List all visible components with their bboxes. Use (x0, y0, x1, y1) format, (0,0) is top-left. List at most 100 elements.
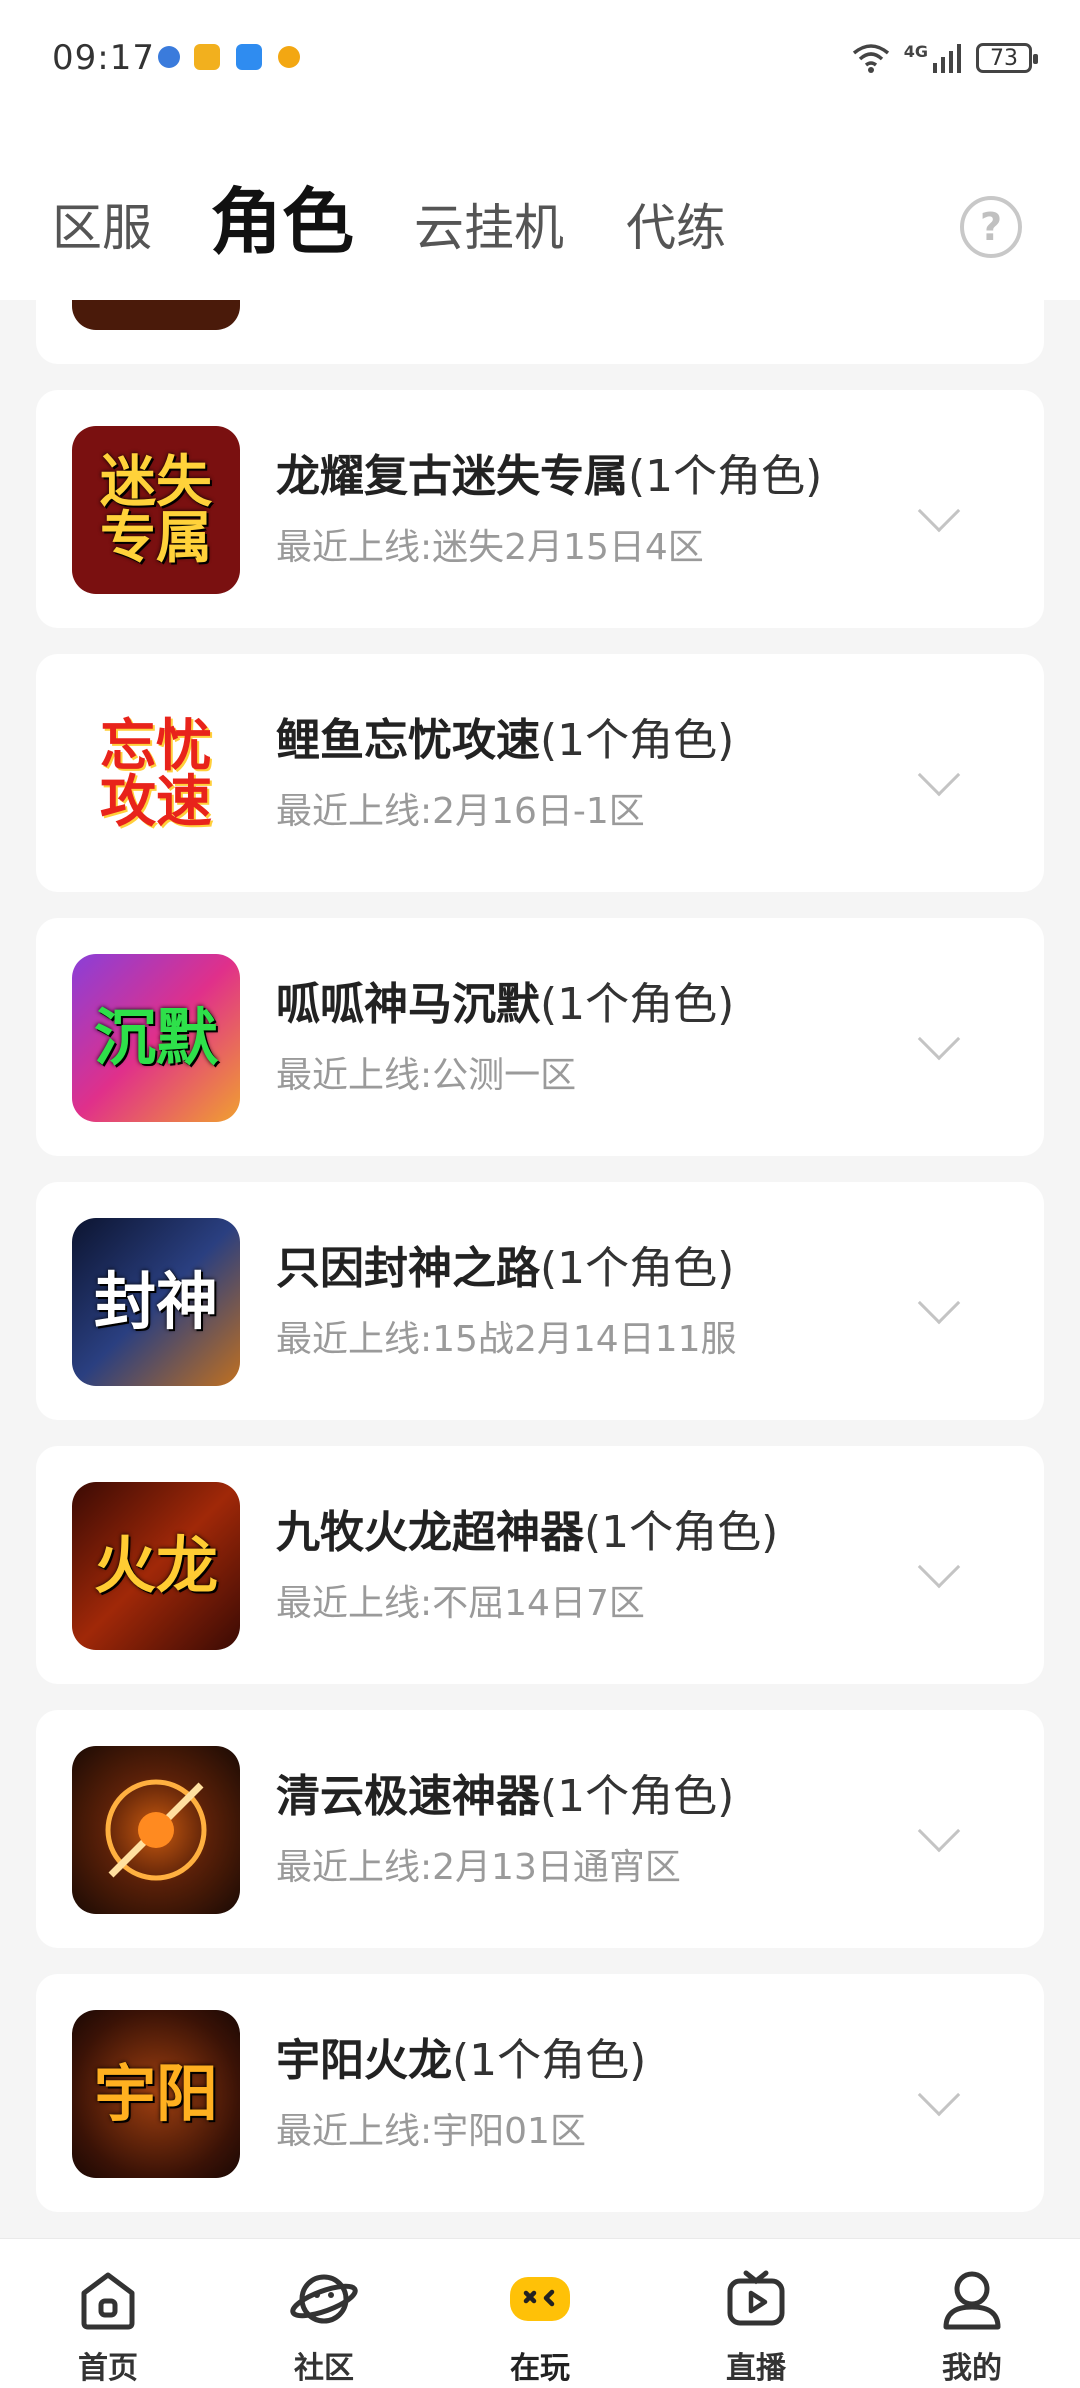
role-count: (1个角色) (540, 715, 735, 766)
game-icon: 宇阳 (72, 2010, 240, 2178)
game-title: 清云极速神器(1个角色) (276, 1760, 734, 1824)
last-online-label: 最近上线: (276, 1583, 433, 1624)
chevron-down-icon[interactable] (917, 1281, 961, 1325)
gamepad-icon (510, 2277, 570, 2321)
last-online: 最近上线:宇阳01区 (276, 2102, 586, 2154)
last-online-label: 最近上线: (276, 791, 433, 832)
nav-community[interactable]: 社区 (216, 2239, 432, 2388)
game-card[interactable]: 封神 只因封神之路(1个角色) 最近上线:15战2月14日11服 (36, 1182, 1044, 1420)
game-icon-text: 宇阳 (93, 2057, 218, 2130)
game-card[interactable]: 忘忧攻速 鲤鱼忘忧攻速(1个角色) 最近上线:2月16日-1区 (36, 654, 1044, 892)
last-online-server: 不屈14日7区 (432, 1583, 645, 1624)
game-name: 九牧火龙超神器 (276, 1507, 584, 1558)
nav-label: 在玩 (510, 2351, 570, 2386)
role-count: (1个角色) (540, 979, 735, 1030)
help-button[interactable]: ? (960, 196, 1022, 258)
tab-cloud-idle[interactable]: 云挂机 (414, 188, 564, 260)
wifi-icon (852, 44, 889, 73)
game-card[interactable]: 迷失专属 龙耀复古迷失专属(1个角色) 最近上线:迷失2月15日4区 (36, 390, 1044, 628)
chevron-down-icon[interactable] (917, 1545, 961, 1589)
game-name: 宇阳火龙 (276, 2035, 452, 2086)
profile-icon (943, 2271, 1001, 2330)
nav-label: 我的 (942, 2351, 1002, 2386)
last-online-server: 迷失2月15日4区 (432, 527, 704, 568)
last-online-label: 最近上线: (276, 527, 433, 568)
role-count: (1个角色) (628, 451, 823, 502)
nav-home[interactable]: 首页 (0, 2239, 216, 2388)
game-title: 宇阳火龙(1个角色) (276, 2024, 646, 2088)
game-icon: 沉默 (72, 954, 240, 1122)
chevron-down-icon[interactable] (917, 753, 961, 797)
game-title: 只因封神之路(1个角色) (276, 1232, 734, 1296)
game-icon-text: 封神 (93, 1265, 218, 1338)
game-title: 呱呱神马沉默(1个角色) (276, 968, 734, 1032)
game-name: 只因封神之路 (276, 1243, 540, 1294)
status-bar: 09:17 4G 73 (0, 0, 1080, 120)
planet-icon (290, 2274, 358, 2324)
last-online-server: 公测一区 (432, 1055, 577, 1096)
last-online: 最近上线:15战2月14日11服 (276, 1310, 736, 1362)
nav-playing[interactable]: 在玩 (432, 2239, 648, 2388)
network-type-label: 4G (903, 41, 928, 61)
nav-profile[interactable]: 我的 (864, 2239, 1080, 2388)
nav-label: 直播 (726, 2351, 786, 2386)
game-card[interactable]: 清云极速神器(1个角色) 最近上线:2月13日通宵区 (36, 1710, 1044, 1948)
help-icon: ? (979, 205, 1003, 249)
home-icon (81, 2272, 135, 2330)
game-icon-text: 沉默 (93, 1001, 218, 1074)
game-icon (72, 1746, 240, 1914)
game-title: 龙耀复古迷失专属(1个角色) (276, 440, 822, 504)
cloud-icon (236, 44, 262, 70)
last-online: 最近上线:公测一区 (276, 1046, 576, 1098)
game-icon: 忘忧攻速 (72, 690, 240, 858)
game-name: 龙耀复古迷失专属 (276, 451, 628, 502)
top-bar: 09:17 4G 73 区服 角色 云挂机 代练 ? (0, 0, 1080, 300)
chevron-down-icon[interactable] (917, 2073, 961, 2117)
last-online-label: 最近上线: (276, 1319, 433, 1360)
notification-app-icon (194, 44, 220, 70)
game-name: 鲤鱼忘忧攻速 (276, 715, 540, 766)
signal-icon (933, 44, 961, 73)
battery-indicator: 73 (976, 43, 1038, 73)
last-online: 最近上线:迷失2月15日4区 (276, 518, 704, 570)
chevron-down-icon[interactable] (917, 489, 961, 533)
nav-label: 首页 (78, 2351, 138, 2386)
role-count: (1个角色) (540, 1771, 735, 1822)
game-card[interactable]: 火龙 九牧火龙超神器(1个角色) 最近上线:不屈14日7区 (36, 1446, 1044, 1684)
tv-icon (727, 2270, 785, 2326)
last-online-label: 最近上线: (276, 1847, 433, 1888)
tab-server[interactable]: 区服 (52, 188, 152, 260)
game-icon: 封神 (72, 1218, 240, 1386)
game-icon-text: 火龙 (93, 1529, 218, 1602)
last-online-server: 2月16日-1区 (432, 791, 645, 832)
game-icon-text: 忘忧攻速 (100, 713, 212, 835)
game-name: 呱呱神马沉默 (276, 979, 540, 1030)
role-count: (1个角色) (540, 1243, 735, 1294)
nav-live[interactable]: 直播 (648, 2239, 864, 2388)
header-tabs: 区服 角色 云挂机 代练 (0, 160, 1080, 280)
game-card[interactable]: 宇阳 宇阳火龙(1个角色) 最近上线:宇阳01区 (36, 1974, 1044, 2212)
last-online-server: 宇阳01区 (432, 2111, 586, 2152)
last-online: 最近上线:2月16日-1区 (276, 782, 645, 834)
last-online-label: 最近上线: (276, 1055, 433, 1096)
tab-role[interactable]: 角色 (210, 163, 354, 268)
bottom-nav: 首页 社区 在玩 直播 我的 (0, 2238, 1080, 2388)
notification-app-icon (158, 46, 180, 68)
role-count: (1个角色) (584, 1507, 779, 1558)
game-icon: 迷失专属 (72, 426, 240, 594)
chevron-down-icon[interactable] (917, 1017, 961, 1061)
last-online: 最近上线:2月13日通宵区 (276, 1838, 681, 1890)
status-time: 09:17 (52, 38, 155, 78)
last-online-server: 15战2月14日11服 (432, 1319, 737, 1360)
notification-app-icon (278, 46, 300, 68)
chevron-down-icon[interactable] (917, 1809, 961, 1853)
game-title: 九牧火龙超神器(1个角色) (276, 1496, 778, 1560)
game-card[interactable]: 沉默 呱呱神马沉默(1个角色) 最近上线:公测一区 (36, 918, 1044, 1156)
last-online-label: 最近上线: (276, 2111, 433, 2152)
last-online-server: 2月13日通宵区 (432, 1847, 681, 1888)
role-count: (1个角色) (452, 2035, 647, 2086)
game-name: 清云极速神器 (276, 1771, 540, 1822)
last-online: 最近上线:不屈14日7区 (276, 1574, 645, 1626)
tab-boosting[interactable]: 代练 (626, 188, 726, 260)
nav-label: 社区 (294, 2351, 354, 2386)
